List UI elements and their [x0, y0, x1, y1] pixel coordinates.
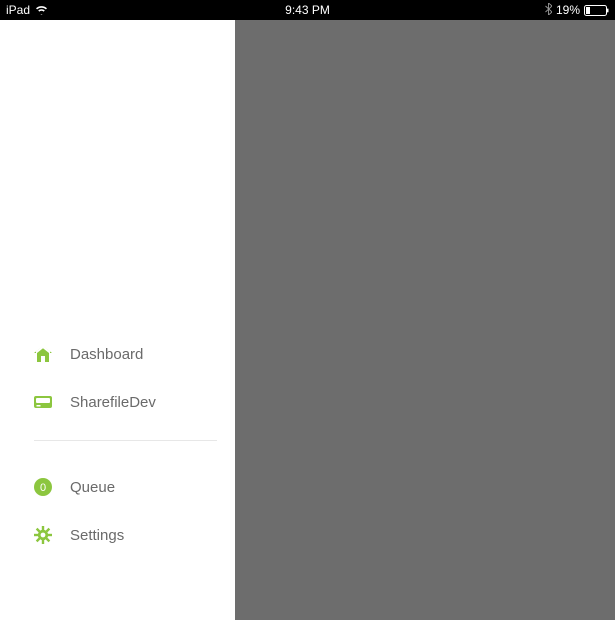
sidebar-item-label: Settings: [70, 527, 124, 544]
wifi-icon: [35, 5, 48, 15]
battery-percent: 19%: [556, 3, 580, 17]
sidebar-item-sharefiledev[interactable]: SharefileDev: [34, 378, 235, 426]
sidebar-item-queue[interactable]: 0 Queue: [34, 463, 235, 511]
status-time: 9:43 PM: [285, 3, 330, 17]
sidebar-group-1: Dashboard SharefileDev: [0, 330, 235, 426]
device-label: iPad: [6, 3, 30, 17]
status-bar: iPad 9:43 PM 19%: [0, 0, 615, 20]
sidebar-item-label: Queue: [70, 479, 115, 496]
home-icon: [34, 345, 52, 363]
gear-icon: [34, 526, 52, 544]
queue-badge-icon: 0: [34, 478, 52, 496]
sidebar-item-label: Dashboard: [70, 346, 143, 363]
content-scrim[interactable]: [235, 20, 615, 620]
sidebar: Dashboard SharefileDev: [0, 20, 235, 620]
battery-icon: [584, 5, 609, 16]
queue-count: 0: [40, 482, 46, 494]
sidebar-item-settings[interactable]: Settings: [34, 511, 235, 559]
status-right: 19%: [545, 3, 609, 18]
bluetooth-icon: [545, 3, 552, 18]
connector-icon: [34, 393, 52, 411]
sidebar-divider: [34, 440, 217, 441]
sidebar-item-label: SharefileDev: [70, 394, 156, 411]
main: Dashboard SharefileDev: [0, 20, 615, 620]
status-left: iPad: [6, 3, 48, 17]
sidebar-item-dashboard[interactable]: Dashboard: [34, 330, 235, 378]
sidebar-group-2: 0 Queue: [0, 463, 235, 559]
